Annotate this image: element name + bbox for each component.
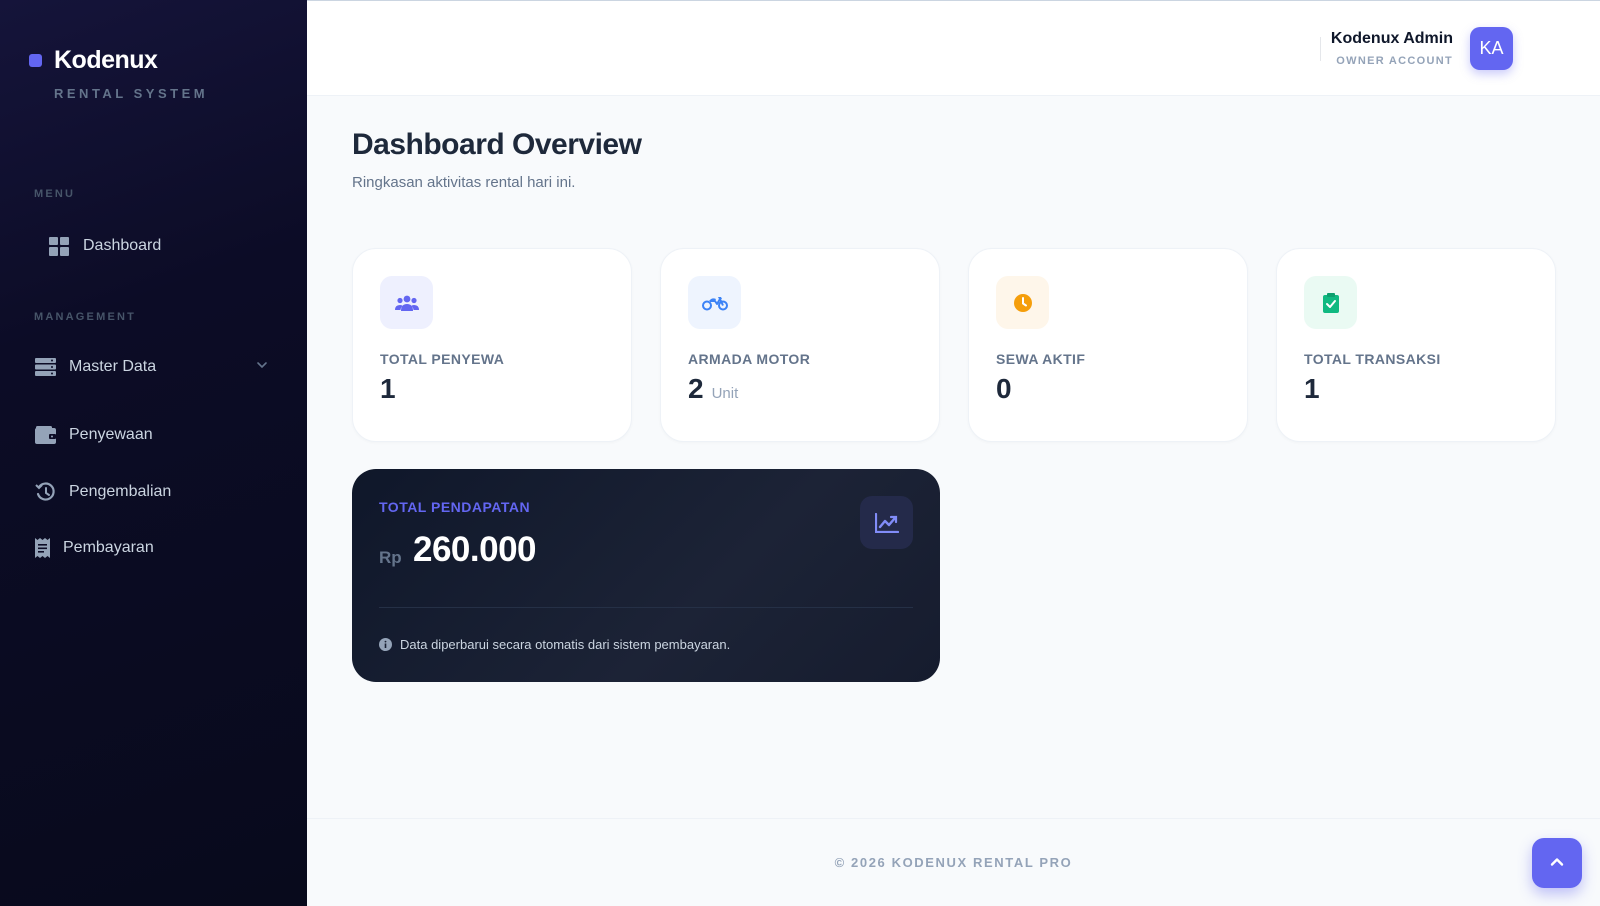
chevron-down-icon[interactable] (256, 358, 268, 376)
stat-card-armada-motor: ARMADA MOTOR 2 Unit (660, 248, 940, 442)
sidebar-item-pembayaran[interactable]: Pembayaran (34, 537, 154, 559)
stat-unit: Unit (711, 385, 739, 402)
revenue-card: TOTAL PENDAPATAN Rp 260.000 Data diperba… (352, 469, 940, 682)
stat-value: 2 Unit (688, 373, 738, 405)
stat-value: 0 (996, 373, 1012, 405)
revenue-divider (379, 607, 913, 608)
stat-value: 1 (1304, 373, 1320, 405)
footer-copyright: © 2026 KODENUX RENTAL PRO (834, 855, 1073, 870)
motorcycle-icon (688, 276, 741, 329)
header-divider (1320, 37, 1321, 61)
stat-card-total-transaksi: TOTAL TRANSAKSI 1 (1276, 248, 1556, 442)
revenue-value: 260.000 (413, 530, 537, 569)
brand-subtitle: RENTAL SYSTEM (54, 86, 209, 101)
revenue-label: TOTAL PENDAPATAN (379, 499, 531, 515)
footer: © 2026 KODENUX RENTAL PRO (307, 818, 1600, 906)
scroll-to-top-button[interactable] (1532, 838, 1582, 888)
stat-label: TOTAL TRANSAKSI (1304, 351, 1441, 367)
stat-card-sewa-aktif: SEWA AKTIF 0 (968, 248, 1248, 442)
management-section-label: MANAGEMENT (34, 311, 137, 323)
brand-logo[interactable]: Kodenux (29, 46, 158, 75)
chevron-up-icon (1550, 854, 1564, 872)
stat-number: 0 (996, 373, 1012, 404)
user-role: OWNER ACCOUNT (1336, 55, 1453, 67)
sidebar-item-dashboard[interactable]: Dashboard (48, 235, 161, 257)
clock-icon (996, 276, 1049, 329)
stat-number: 2 (688, 373, 704, 404)
brand-name: Kodenux (54, 46, 158, 74)
clipboard-check-icon (1304, 276, 1357, 329)
stat-label: ARMADA MOTOR (688, 351, 811, 367)
stat-label: TOTAL PENYEWA (380, 351, 505, 367)
stat-card-total-penyewa: TOTAL PENYEWA 1 (352, 248, 632, 442)
info-icon (379, 638, 392, 651)
sidebar-item-label: Dashboard (83, 237, 162, 254)
menu-section-label: MENU (34, 188, 76, 200)
sidebar-item-pengembalian[interactable]: Pengembalian (34, 481, 171, 503)
stat-number: 1 (1304, 373, 1320, 404)
database-icon (34, 356, 56, 378)
stat-number: 1 (380, 373, 396, 404)
revenue-note: Data diperbarui secara otomatis dari sis… (379, 637, 730, 652)
grid-icon (48, 235, 70, 257)
revenue-note-text: Data diperbarui secara otomatis dari sis… (400, 637, 731, 652)
sidebar-item-label: Master Data (69, 358, 157, 375)
sidebar-item-penyewaan[interactable]: Penyewaan (34, 424, 153, 446)
page-title: Dashboard Overview (352, 128, 642, 161)
history-icon (34, 481, 56, 503)
stat-label: SEWA AKTIF (996, 351, 1086, 367)
revenue-currency: Rp (379, 548, 402, 567)
avatar[interactable]: KA (1470, 27, 1513, 70)
wallet-icon (34, 424, 56, 446)
brand-dot-icon (29, 54, 42, 67)
stat-value: 1 (380, 373, 396, 405)
top-header: Kodenux Admin OWNER ACCOUNT KA (307, 0, 1600, 96)
sidebar-item-master-data[interactable]: Master Data (34, 356, 274, 378)
sidebar-item-label: Pembayaran (63, 539, 154, 556)
sidebar-item-label: Pengembalian (69, 483, 172, 500)
user-name[interactable]: Kodenux Admin (1331, 30, 1453, 48)
receipt-icon (34, 537, 50, 559)
sidebar: Kodenux RENTAL SYSTEM MENU Dashboard MAN… (0, 0, 307, 906)
page-subtitle: Ringkasan aktivitas rental hari ini. (352, 174, 576, 191)
sidebar-item-label: Penyewaan (69, 426, 153, 443)
users-icon (380, 276, 433, 329)
chart-line-icon (860, 496, 913, 549)
